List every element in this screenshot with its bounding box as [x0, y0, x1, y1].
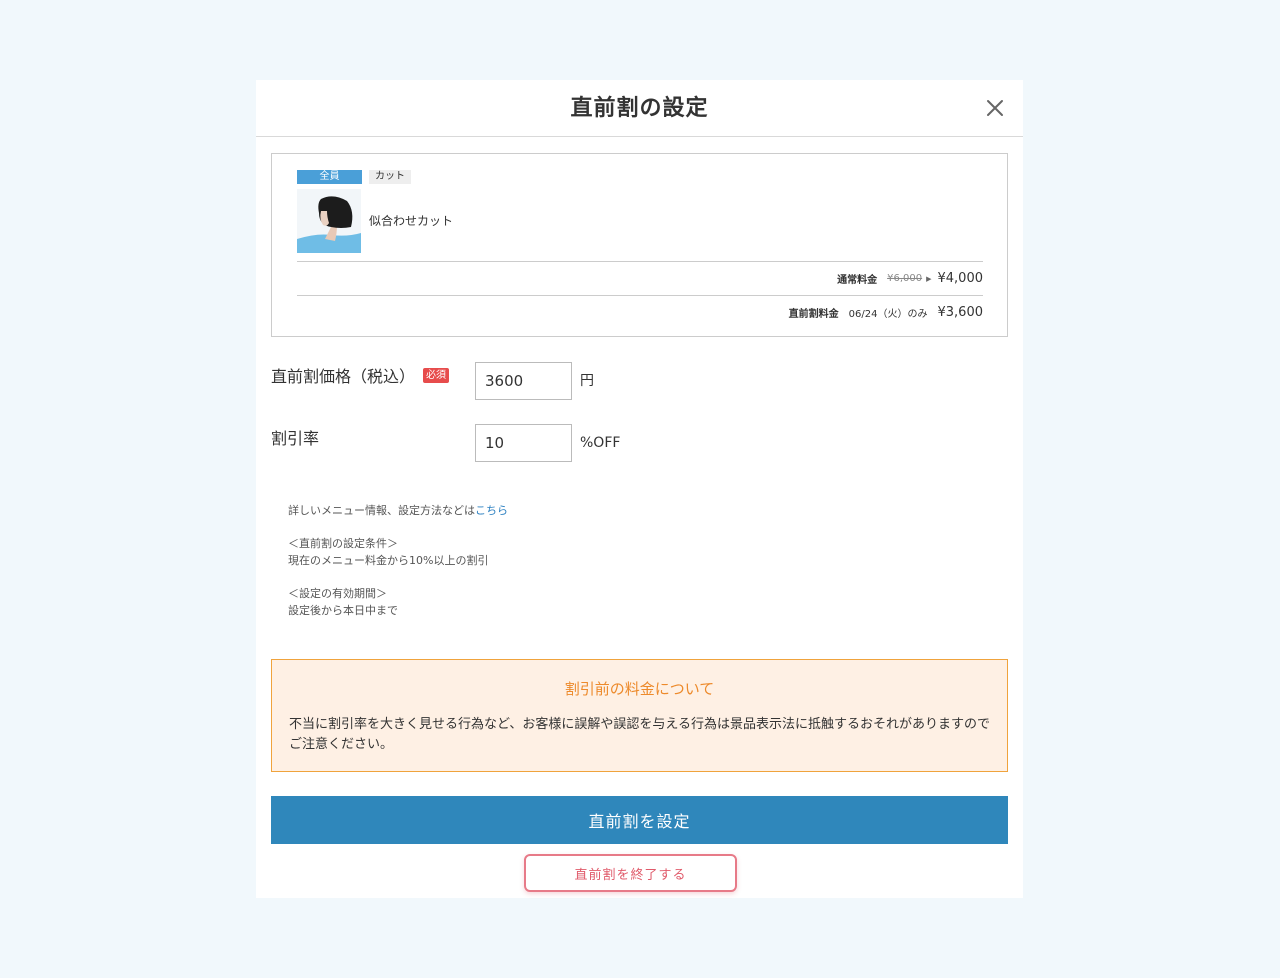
close-icon	[987, 100, 1003, 116]
regular-price-row: 通常料金 ¥6,000 ▶ ¥4,000	[837, 271, 983, 286]
price-field-label: 直前割価格（税込） 必須	[271, 362, 475, 387]
set-discount-button[interactable]: 直前割を設定	[271, 796, 1008, 844]
condition-section: ＜直前割の設定条件＞ 現在のメニュー料金から10%以上の割引	[288, 535, 508, 569]
period-section: ＜設定の有効期間＞ 設定後から本日中まで	[288, 585, 508, 619]
modal-title: 直前割の設定	[570, 96, 709, 121]
arrow-right-icon: ▶	[926, 274, 932, 283]
rate-unit: %OFF	[580, 435, 621, 451]
tag-all-customers: 全員	[297, 170, 362, 184]
condition-body: 現在のメニュー料金から10%以上の割引	[288, 554, 489, 567]
tag-category: カット	[369, 170, 411, 184]
info-help-line: 詳しいメニュー情報、設定方法などはこちら	[288, 502, 508, 519]
last-minute-date: 06/24（火）のみ	[848, 309, 928, 320]
old-price: ¥6,000	[887, 273, 923, 284]
rate-label-text: 割引率	[271, 429, 320, 448]
warning-notice: 割引前の料金について 不当に割引率を大きく見せる行為など、お客様に誤解や誤認を与…	[271, 659, 1008, 772]
divider	[297, 261, 983, 262]
price-label-text: 直前割価格（税込）	[271, 367, 416, 386]
condition-title: ＜直前割の設定条件＞	[288, 537, 398, 550]
menu-name: 似合わせカット	[369, 214, 454, 228]
help-link[interactable]: こちら	[475, 504, 508, 517]
regular-price: ¥4,000	[937, 271, 984, 286]
period-body: 設定後から本日中まで	[288, 604, 398, 617]
price-unit: 円	[580, 373, 594, 389]
last-minute-discount-modal: 直前割の設定 全員 カット 似合わせカット 通常料金 ¥6,000 ▶ ¥4,0…	[256, 80, 1023, 898]
rate-field-label: 割引率	[271, 424, 475, 449]
modal-header: 直前割の設定	[256, 80, 1023, 137]
divider	[297, 295, 983, 296]
end-discount-button[interactable]: 直前割を終了する	[524, 854, 737, 892]
last-minute-price-label: 直前割料金	[788, 309, 839, 320]
period-title: ＜設定の有効期間＞	[288, 587, 387, 600]
rate-field-row: 割引率 %OFF	[271, 424, 620, 462]
price-input[interactable]	[475, 362, 572, 400]
notice-title: 割引前の料金について	[564, 680, 715, 698]
notice-body: 不当に割引率を大きく見せる行為など、お客様に誤解や誤認を与える行為は景品表示法に…	[289, 717, 990, 752]
menu-photo	[297, 189, 361, 253]
price-field-row: 直前割価格（税込） 必須 円	[271, 362, 594, 400]
close-button[interactable]	[985, 98, 1005, 118]
info-help-text: 詳しいメニュー情報、設定方法などは	[288, 504, 475, 517]
last-minute-price: ¥3,600	[937, 305, 984, 320]
info-block: 詳しいメニュー情報、設定方法などはこちら ＜直前割の設定条件＞ 現在のメニュー料…	[288, 502, 508, 635]
required-badge: 必須	[423, 367, 450, 383]
regular-price-label: 通常料金	[837, 275, 878, 286]
menu-card: 全員 カット 似合わせカット 通常料金 ¥6,000 ▶ ¥4,000 直前割料…	[271, 153, 1008, 337]
menu-tags: 全員 カット	[297, 170, 411, 184]
rate-input[interactable]	[475, 424, 572, 462]
last-minute-price-row: 直前割料金 06/24（火）のみ ¥3,600	[789, 305, 983, 320]
